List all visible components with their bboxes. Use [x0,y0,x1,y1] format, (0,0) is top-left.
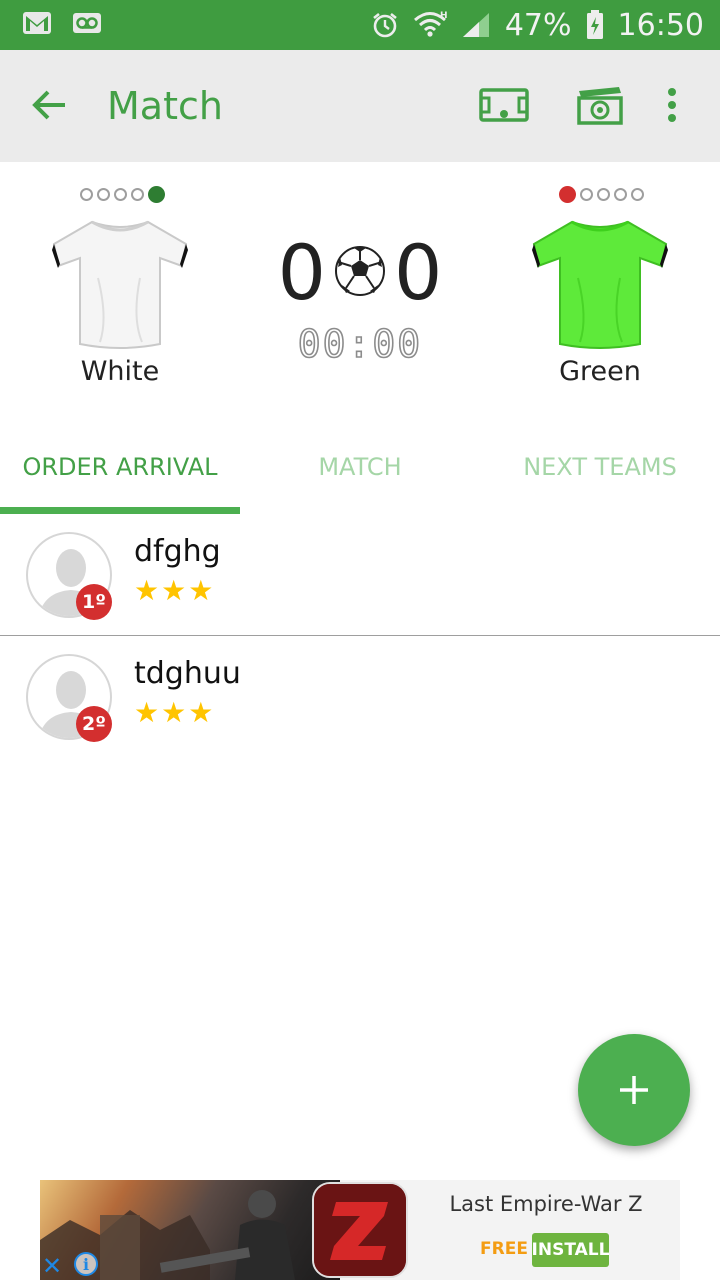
list-item[interactable]: 1º dfghg ★★★ [0,514,720,636]
wifi-icon: H [413,10,447,40]
battery-percent: 47% [504,7,572,43]
away-team[interactable]: Green [480,180,720,390]
star-icon: ★ [134,697,162,728]
white-shirt-icon [48,218,192,355]
back-button[interactable] [24,80,74,130]
alarm-icon [371,11,399,39]
field-icon [479,88,529,122]
field-button[interactable] [478,80,530,130]
network-type-label: H [440,11,447,21]
ball-clapper-button[interactable] [574,80,626,130]
tab-match[interactable]: MATCH [240,420,480,514]
star-icon: ★ [161,575,189,606]
soccer-ball-icon [334,245,386,302]
more-vert-icon [668,88,676,122]
list-item[interactable]: 2º tdghuu ★★★ [0,636,720,758]
tab-indicator [0,507,240,514]
player-name: tdghuu [134,656,241,691]
clock-time: 16:50 [617,7,704,43]
plus-icon [620,1076,648,1104]
player-list: 1º dfghg ★★★ 2º tdghuu ★★★ [0,514,720,758]
ad-close-icon[interactable]: ✕ [42,1252,62,1280]
screen: H 47% 16:50 Match White 0 0 00:00 Green … [0,0,720,1280]
arrow-back-icon [32,90,65,120]
page-title: Match [107,84,223,128]
signal-icon [461,11,491,39]
more-options-button[interactable] [660,80,684,130]
scoreboard: 0 0 [270,228,450,318]
match-timer[interactable]: 00:00 [270,321,450,367]
away-team-name: Green [559,356,641,387]
rating-stars: ★★★ [134,574,215,607]
gmail-icon [22,10,52,36]
star-icon: ★ [134,575,162,606]
star-icon: ★ [188,575,216,606]
battery-charging-icon [586,10,604,40]
app-toolbar: Match [0,50,720,162]
green-shirt-icon [528,218,672,355]
add-player-button[interactable] [578,1034,690,1146]
player-name: dfghg [134,534,221,569]
rank-badge: 1º [76,584,112,620]
ad-install-button[interactable]: INSTALL [532,1233,609,1267]
ad-info-icon[interactable]: i [74,1252,98,1276]
ball-clapper-icon [577,87,623,125]
ad-price: FREE [480,1239,528,1259]
home-team-name: White [80,356,160,387]
tab-bar: ORDER ARRIVAL MATCH NEXT TEAMS [0,420,720,514]
tab-order-arrival[interactable]: ORDER ARRIVAL [0,420,240,514]
star-icon: ★ [188,697,216,728]
star-icon: ★ [161,697,189,728]
rating-stars: ★★★ [134,696,215,729]
ad-title: Last Empire-War Z [449,1192,643,1216]
away-score: 0 [394,228,443,317]
status-bar: H 47% 16:50 [0,0,720,50]
ad-app-icon: Z [312,1182,408,1278]
tab-next-teams[interactable]: NEXT TEAMS [480,420,720,514]
voicemail-icon [72,10,102,36]
home-team[interactable]: White [0,180,240,390]
ad-banner[interactable]: Z Last Empire-War Z FREE INSTALL ✕ i [40,1180,680,1280]
rank-badge: 2º [76,706,112,742]
home-score: 0 [277,228,326,317]
